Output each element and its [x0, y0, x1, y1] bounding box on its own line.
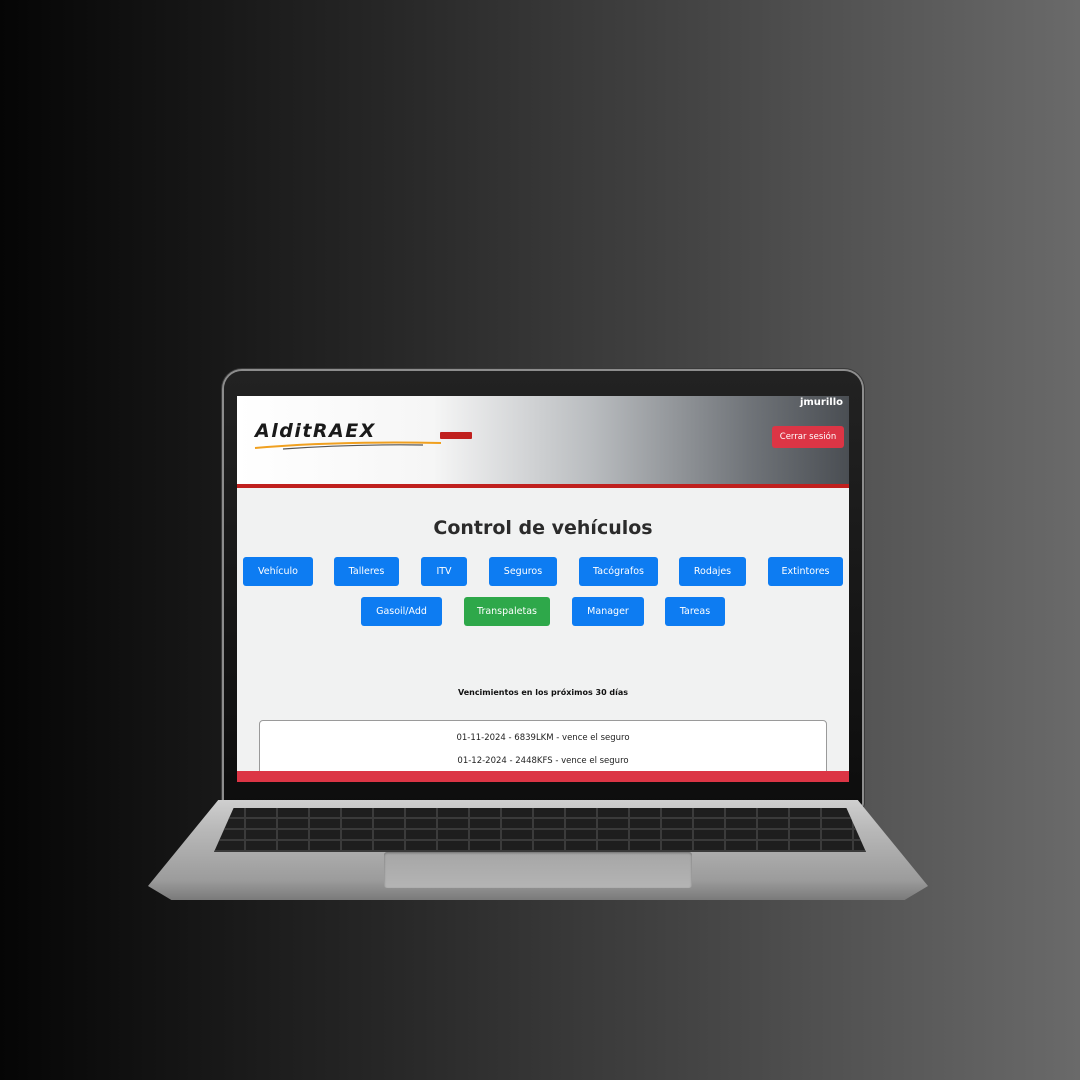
nav-button-transpaletas[interactable]: Transpaletas	[464, 597, 550, 626]
nav-button-seguros[interactable]: Seguros	[489, 557, 557, 586]
page-title: Control de vehículos	[433, 517, 653, 539]
username-label: jmurillo	[799, 397, 843, 408]
alerts-heading: Vencimientos en los próximos 30 días	[457, 688, 629, 697]
list-item: 01-11-2024 - 6839LKM - vence el seguro	[456, 733, 630, 743]
nav-button-extintores[interactable]: Extintores	[768, 557, 843, 586]
truck-icon	[440, 432, 472, 439]
nav-button-rodajes[interactable]: Rodajes	[679, 557, 746, 586]
nav-button-talleres[interactable]: Talleres	[334, 557, 399, 586]
nav-button-tacografos[interactable]: Tacógrafos	[579, 557, 658, 586]
swoosh-icon	[254, 441, 442, 450]
app-screen: AlditRAEX jmurillo Cerrar sesión Control…	[237, 396, 849, 782]
app-header: AlditRAEX jmurillo Cerrar sesión	[237, 396, 849, 488]
logo-text: AlditRAEX	[255, 420, 376, 442]
nav-button-manager[interactable]: Manager	[572, 597, 644, 626]
nav-button-tareas[interactable]: Tareas	[665, 597, 725, 626]
nav-button-itv[interactable]: ITV	[421, 557, 467, 586]
laptop-keyboard-rows	[214, 808, 866, 852]
footer-bar	[237, 771, 849, 782]
nav-button-vehiculo[interactable]: Vehículo	[243, 557, 313, 586]
laptop-touchpad	[384, 852, 692, 888]
logout-button[interactable]: Cerrar sesión	[772, 426, 844, 448]
list-item: 01-12-2024 - 2448KFS - vence el seguro	[457, 756, 629, 766]
nav-button-gasoil-add[interactable]: Gasoil/Add	[361, 597, 442, 626]
brand-logo[interactable]: AlditRAEX	[253, 418, 473, 458]
